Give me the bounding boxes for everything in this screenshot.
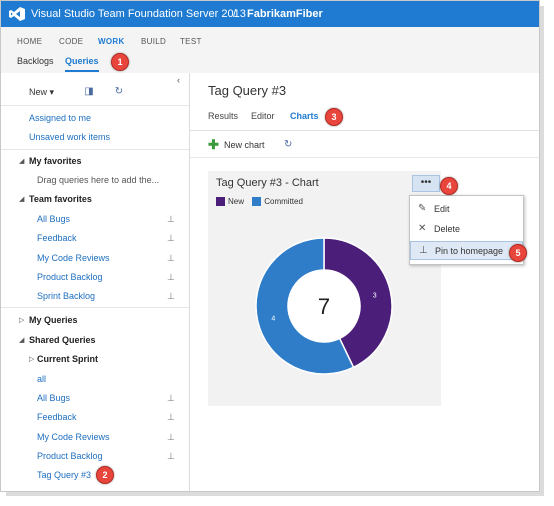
shared-query-my-code-reviews[interactable]: My Code Reviews — [37, 432, 110, 442]
callout-badge-2: 2 — [96, 466, 114, 484]
shared-query-product-backlog[interactable]: Product Backlog — [37, 451, 103, 461]
donut-total: 7 — [318, 294, 330, 319]
pin-icon[interactable]: ⊥ — [167, 214, 175, 225]
favorites-divider — [1, 307, 189, 308]
team-fav-all-bugs[interactable]: All Bugs — [37, 214, 70, 224]
expanded-triangle-icon[interactable]: ◢ — [19, 157, 24, 165]
tab-editor[interactable]: Editor — [251, 111, 275, 121]
tab-results[interactable]: Results — [208, 111, 238, 121]
hub-code[interactable]: CODE — [59, 37, 83, 46]
menu-item-pin-label: Pin to homepage — [435, 246, 504, 256]
my-favorites-header[interactable]: My favorites — [29, 156, 82, 166]
link-unsaved-work-items[interactable]: Unsaved work items — [29, 132, 110, 142]
team-fav-sprint-backlog[interactable]: Sprint Backlog — [37, 291, 95, 301]
legend-swatch-committed — [252, 197, 262, 207]
donut-chart: 3 4 7 — [255, 237, 393, 375]
project-name[interactable]: FabrikamFiber — [247, 8, 323, 20]
legend-label-new: New — [228, 197, 245, 206]
shared-query-all-bugs[interactable]: All Bugs — [37, 393, 70, 403]
callout-badge-5: 5 — [509, 244, 527, 262]
pin-icon[interactable]: ⊥ — [167, 393, 175, 404]
donut-slice-label-committed: 4 — [271, 316, 275, 323]
callout-badge-1: 1 — [111, 53, 129, 71]
links-divider — [1, 149, 189, 150]
team-fav-product-backlog[interactable]: Product Backlog — [37, 272, 103, 282]
active-tab-underline — [65, 70, 99, 72]
menu-item-pin-to-homepage[interactable]: ⊥ Pin to homepage — [410, 241, 523, 260]
chart-title: Tag Query #3 - Chart — [216, 177, 319, 189]
team-favorites-header[interactable]: Team favorites — [29, 194, 92, 204]
hub-build[interactable]: BUILD — [141, 37, 166, 46]
tab-charts[interactable]: Charts — [290, 111, 319, 121]
collapsed-triangle-icon[interactable]: ▷ — [19, 316, 24, 324]
pin-icon[interactable]: ⊥ — [167, 253, 175, 264]
pin-icon[interactable]: ⊥ — [167, 233, 175, 244]
tab-queries[interactable]: Queries — [65, 56, 99, 66]
tab-divider — [190, 130, 539, 131]
new-query-label: New — [29, 87, 48, 97]
current-sprint-folder[interactable]: Current Sprint — [37, 354, 98, 364]
product-name: Visual Studio Team Foundation Server 201… — [31, 8, 246, 20]
x-icon: ✕ — [418, 223, 427, 234]
callout-badge-4: 4 — [440, 177, 458, 195]
shared-queries-header[interactable]: Shared Queries — [29, 335, 96, 345]
chart-menu-button[interactable]: ••• — [412, 175, 440, 192]
chart-legend: New Committed — [216, 197, 303, 207]
link-assigned-to-me[interactable]: Assigned to me — [29, 113, 91, 123]
toolbar-divider — [190, 157, 539, 158]
main-content: Tag Query #3 Results Editor Charts 3 ✚ N… — [190, 73, 539, 491]
team-fav-feedback[interactable]: Feedback — [37, 233, 77, 243]
hub-test[interactable]: TEST — [180, 37, 202, 46]
pin-icon: ⊥ — [419, 245, 428, 256]
pin-icon[interactable]: ⊥ — [167, 451, 175, 462]
shared-query-all[interactable]: all — [37, 374, 46, 384]
breadcrumb-separator: / — [233, 8, 237, 20]
folder-icon[interactable]: ◨ — [83, 86, 95, 98]
shared-query-feedback[interactable]: Feedback — [37, 412, 77, 422]
menu-item-edit-label: Edit — [434, 204, 450, 214]
collapsed-triangle-icon[interactable]: ▷ — [29, 355, 34, 363]
legend-swatch-new — [216, 197, 225, 207]
refresh-icon[interactable]: ↻ — [284, 139, 292, 150]
hub-navigation: HOME CODE WORK BUILD TEST Backlogs Queri… — [1, 27, 539, 74]
visual-studio-logo-icon — [9, 7, 25, 21]
menu-item-delete[interactable]: ✕ Delete — [410, 220, 523, 239]
callout-badge-3: 3 — [325, 108, 343, 126]
hub-home[interactable]: HOME — [17, 37, 42, 46]
new-chart-button[interactable]: New chart — [224, 140, 265, 150]
shared-query-tag-query-3[interactable]: Tag Query #3 — [37, 470, 91, 480]
window: Visual Studio Team Foundation Server 201… — [0, 0, 540, 492]
page-title: Tag Query #3 — [208, 83, 287, 98]
menu-item-edit[interactable]: ✎ Edit — [410, 200, 523, 219]
my-queries-header[interactable]: My Queries — [29, 315, 78, 325]
pin-icon[interactable]: ⊥ — [167, 291, 175, 302]
chart-context-menu: ✎ Edit ✕ Delete ⊥ Pin to homepage — [409, 195, 524, 265]
hub-work[interactable]: WORK — [98, 37, 125, 46]
pencil-icon: ✎ — [418, 203, 427, 214]
pin-icon[interactable]: ⊥ — [167, 432, 175, 443]
plus-icon[interactable]: ✚ — [208, 137, 219, 153]
expanded-triangle-icon[interactable]: ◢ — [19, 195, 24, 203]
chart-tile: Tag Query #3 - Chart New Committed ••• 3… — [208, 171, 441, 406]
pin-icon[interactable]: ⊥ — [167, 272, 175, 283]
expanded-triangle-icon[interactable]: ◢ — [19, 336, 24, 344]
toolbar-divider — [1, 105, 189, 106]
pin-icon[interactable]: ⊥ — [167, 412, 175, 423]
menu-item-delete-label: Delete — [434, 224, 461, 234]
team-fav-my-code-reviews[interactable]: My Code Reviews — [37, 253, 110, 263]
new-query-button[interactable]: New ▾ — [29, 87, 54, 98]
legend-label-committed: Committed — [264, 197, 303, 206]
refresh-icon[interactable]: ↻ — [113, 86, 125, 98]
title-bar: Visual Studio Team Foundation Server 201… — [1, 1, 539, 27]
tab-backlogs[interactable]: Backlogs — [17, 56, 54, 66]
my-favorites-hint: Drag queries here to add the... — [37, 175, 160, 185]
query-explorer: ‹ New ▾ ◨ ↻ Assigned to me Unsaved work … — [1, 73, 190, 491]
donut-slice-label-new: 3 — [373, 292, 377, 299]
collapse-panel-icon[interactable]: ‹ — [177, 75, 180, 85]
